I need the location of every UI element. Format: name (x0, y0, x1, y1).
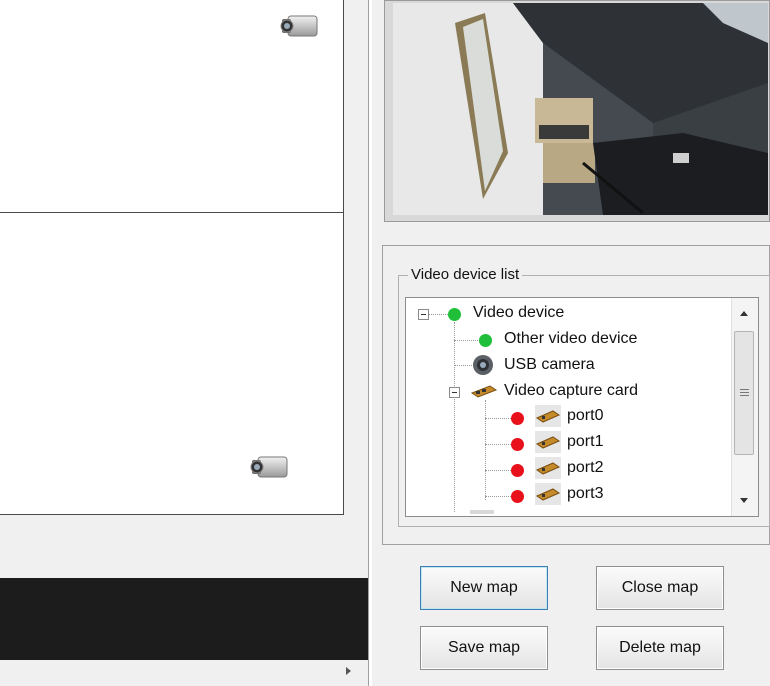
scroll-up-arrow-icon[interactable] (731, 298, 757, 328)
camera-icon[interactable] (279, 13, 319, 39)
tree-node-port0[interactable]: port0 (567, 406, 603, 426)
tree-partial-node (470, 510, 494, 514)
map-divider (0, 212, 343, 213)
delete-map-button[interactable]: Delete map (596, 626, 724, 670)
capture-card-icon (535, 457, 561, 479)
video-preview (393, 3, 768, 215)
collapse-video-device-icon[interactable] (418, 309, 429, 320)
tree-node-port2[interactable]: port2 (567, 458, 603, 478)
online-status-icon (448, 308, 461, 321)
close-map-button[interactable]: Close map (596, 566, 724, 610)
new-map-button[interactable]: New map (420, 566, 548, 610)
scroll-down-arrow-icon[interactable] (731, 486, 757, 516)
tree-node-other-video-device[interactable]: Other video device (504, 329, 637, 349)
device-tree[interactable]: Video device Other video device USB came… (405, 297, 759, 517)
horizontal-scrollbar[interactable] (0, 660, 368, 686)
scroll-right-arrow-icon[interactable] (346, 667, 351, 675)
capture-card-icon (470, 381, 498, 401)
offline-status-icon (511, 464, 524, 477)
offline-status-icon (511, 490, 524, 503)
offline-status-icon (511, 412, 524, 425)
device-list-title: Video device list (408, 266, 523, 283)
save-map-button[interactable]: Save map (420, 626, 548, 670)
tree-node-port3[interactable]: port3 (567, 484, 603, 504)
collapse-capture-card-icon[interactable] (449, 387, 460, 398)
capture-card-icon (535, 483, 561, 505)
tree-node-port1[interactable]: port1 (567, 432, 603, 452)
offline-status-icon (511, 438, 524, 451)
capture-card-icon (535, 405, 561, 427)
scroll-thumb[interactable] (734, 331, 754, 455)
online-status-icon (479, 334, 492, 347)
tree-node-video-device[interactable]: Video device (473, 303, 564, 323)
usb-camera-icon (472, 354, 494, 376)
tree-node-video-capture-card[interactable]: Video capture card (504, 381, 638, 401)
map-canvas[interactable] (0, 0, 344, 515)
capture-card-icon (535, 431, 561, 453)
dark-status-bar (0, 578, 368, 660)
camera-icon[interactable] (249, 454, 289, 480)
tree-node-usb-camera[interactable]: USB camera (504, 355, 595, 375)
